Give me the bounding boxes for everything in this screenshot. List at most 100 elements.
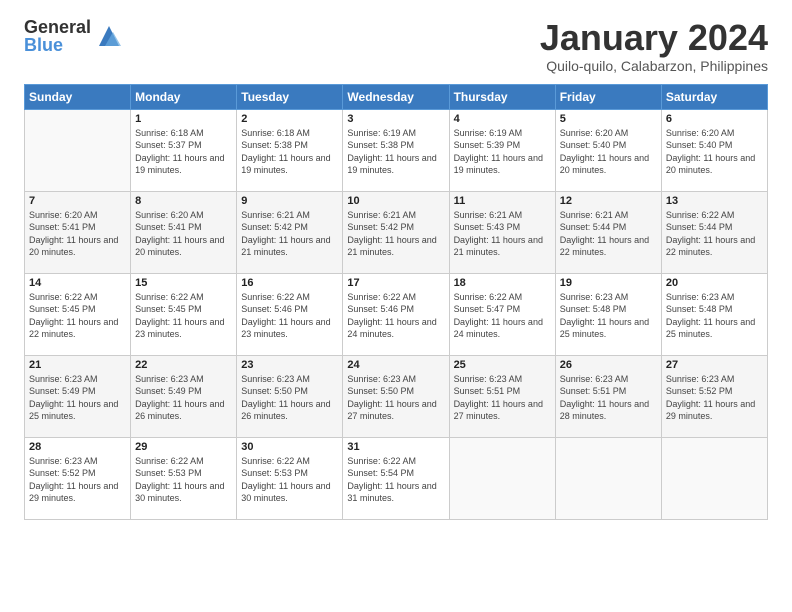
calendar-cell: 26 Sunrise: 6:23 AM Sunset: 5:51 PM Dayli… — [555, 355, 661, 437]
calendar-cell: 10 Sunrise: 6:21 AM Sunset: 5:42 PM Dayli… — [343, 191, 449, 273]
day-number: 17 — [347, 277, 444, 289]
day-info: Sunrise: 6:21 AM Sunset: 5:42 PM Dayligh… — [241, 209, 338, 259]
day-info: Sunrise: 6:20 AM Sunset: 5:41 PM Dayligh… — [135, 209, 232, 259]
calendar-cell — [661, 437, 767, 519]
day-number: 6 — [666, 113, 763, 125]
day-info: Sunrise: 6:23 AM Sunset: 5:49 PM Dayligh… — [29, 373, 126, 423]
calendar-cell: 11Sunrise: 6:21 AM Sunset: 5:43 PM Dayli… — [449, 191, 555, 273]
calendar-cell: 30 Sunrise: 6:22 AM Sunset: 5:53 PM Dayli… — [237, 437, 343, 519]
header-sunday: Sunday — [25, 84, 131, 109]
header-thursday: Thursday — [449, 84, 555, 109]
calendar-cell: 7Sunrise: 6:20 AM Sunset: 5:41 PM Daylig… — [25, 191, 131, 273]
calendar-cell: 27Sunrise: 6:23 AM Sunset: 5:52 PM Dayli… — [661, 355, 767, 437]
header-monday: Monday — [131, 84, 237, 109]
day-number: 20 — [666, 277, 763, 289]
day-number: 21 — [29, 359, 126, 371]
day-info: Sunrise: 6:23 AM Sunset: 5:51 PM Dayligh… — [560, 373, 657, 423]
header-saturday: Saturday — [661, 84, 767, 109]
day-info: Sunrise: 6:23 AM Sunset: 5:48 PM Dayligh… — [666, 291, 763, 341]
day-info: Sunrise: 6:22 AM Sunset: 5:47 PM Dayligh… — [454, 291, 551, 341]
calendar-cell — [25, 109, 131, 191]
day-info: Sunrise: 6:21 AM Sunset: 5:42 PM Dayligh… — [347, 209, 444, 259]
day-number: 3 — [347, 113, 444, 125]
day-number: 14 — [29, 277, 126, 289]
day-number: 13 — [666, 195, 763, 207]
calendar-cell: 18 Sunrise: 6:22 AM Sunset: 5:47 PM Dayli… — [449, 273, 555, 355]
calendar-cell: 4 Sunrise: 6:19 AM Sunset: 5:39 PM Daylig… — [449, 109, 555, 191]
calendar-cell: 17 Sunrise: 6:22 AM Sunset: 5:46 PM Dayli… — [343, 273, 449, 355]
calendar-subtitle: Quilo-quilo, Calabarzon, Philippines — [540, 58, 768, 74]
day-number: 2 — [241, 113, 338, 125]
logo-general: General — [24, 18, 91, 36]
calendar-cell: 31Sunrise: 6:22 AM Sunset: 5:54 PM Dayli… — [343, 437, 449, 519]
calendar-cell: 6Sunrise: 6:20 AM Sunset: 5:40 PM Daylig… — [661, 109, 767, 191]
day-info: Sunrise: 6:22 AM Sunset: 5:44 PM Dayligh… — [666, 209, 763, 259]
calendar-week-row: 14 Sunrise: 6:22 AM Sunset: 5:45 PM Dayli… — [25, 273, 768, 355]
calendar-cell: 28Sunrise: 6:23 AM Sunset: 5:52 PM Dayli… — [25, 437, 131, 519]
day-info: Sunrise: 6:20 AM Sunset: 5:41 PM Dayligh… — [29, 209, 126, 259]
calendar-cell: 15 Sunrise: 6:22 AM Sunset: 5:45 PM Dayli… — [131, 273, 237, 355]
day-number: 19 — [560, 277, 657, 289]
calendar-week-row: 1 Sunrise: 6:18 AM Sunset: 5:37 PM Daylig… — [25, 109, 768, 191]
weekday-header-row: Sunday Monday Tuesday Wednesday Thursday… — [25, 84, 768, 109]
day-info: Sunrise: 6:22 AM Sunset: 5:45 PM Dayligh… — [135, 291, 232, 341]
day-info: Sunrise: 6:22 AM Sunset: 5:46 PM Dayligh… — [241, 291, 338, 341]
calendar-cell: 3Sunrise: 6:19 AM Sunset: 5:38 PM Daylig… — [343, 109, 449, 191]
day-info: Sunrise: 6:22 AM Sunset: 5:46 PM Dayligh… — [347, 291, 444, 341]
day-info: Sunrise: 6:22 AM Sunset: 5:45 PM Dayligh… — [29, 291, 126, 341]
calendar-cell: 19 Sunrise: 6:23 AM Sunset: 5:48 PM Dayli… — [555, 273, 661, 355]
day-info: Sunrise: 6:21 AM Sunset: 5:44 PM Dayligh… — [560, 209, 657, 259]
day-info: Sunrise: 6:22 AM Sunset: 5:53 PM Dayligh… — [135, 455, 232, 505]
calendar-title: January 2024 — [540, 18, 768, 58]
calendar-cell: 14 Sunrise: 6:22 AM Sunset: 5:45 PM Dayli… — [25, 273, 131, 355]
logo: General Blue — [24, 18, 123, 54]
calendar-cell: 1 Sunrise: 6:18 AM Sunset: 5:37 PM Daylig… — [131, 109, 237, 191]
day-number: 27 — [666, 359, 763, 371]
day-number: 18 — [454, 277, 551, 289]
day-info: Sunrise: 6:18 AM Sunset: 5:37 PM Dayligh… — [135, 127, 232, 177]
day-info: Sunrise: 6:23 AM Sunset: 5:49 PM Dayligh… — [135, 373, 232, 423]
day-info: Sunrise: 6:21 AM Sunset: 5:43 PM Dayligh… — [454, 209, 551, 259]
logo-text: General Blue — [24, 18, 91, 54]
header: General Blue January 2024 Quilo-quilo, C… — [24, 18, 768, 74]
day-number: 12 — [560, 195, 657, 207]
calendar-cell: 21 Sunrise: 6:23 AM Sunset: 5:49 PM Dayli… — [25, 355, 131, 437]
day-info: Sunrise: 6:19 AM Sunset: 5:39 PM Dayligh… — [454, 127, 551, 177]
calendar-cell: 20 Sunrise: 6:23 AM Sunset: 5:48 PM Dayli… — [661, 273, 767, 355]
calendar-cell: 23 Sunrise: 6:23 AM Sunset: 5:50 PM Dayli… — [237, 355, 343, 437]
calendar-cell: 22 Sunrise: 6:23 AM Sunset: 5:49 PM Dayli… — [131, 355, 237, 437]
day-number: 15 — [135, 277, 232, 289]
day-number: 10 — [347, 195, 444, 207]
day-info: Sunrise: 6:20 AM Sunset: 5:40 PM Dayligh… — [560, 127, 657, 177]
header-wednesday: Wednesday — [343, 84, 449, 109]
calendar-cell: 9 Sunrise: 6:21 AM Sunset: 5:42 PM Daylig… — [237, 191, 343, 273]
day-number: 1 — [135, 113, 232, 125]
day-number: 9 — [241, 195, 338, 207]
day-number: 30 — [241, 441, 338, 453]
calendar-week-row: 28Sunrise: 6:23 AM Sunset: 5:52 PM Dayli… — [25, 437, 768, 519]
day-number: 23 — [241, 359, 338, 371]
calendar-cell: 24Sunrise: 6:23 AM Sunset: 5:50 PM Dayli… — [343, 355, 449, 437]
day-info: Sunrise: 6:22 AM Sunset: 5:53 PM Dayligh… — [241, 455, 338, 505]
title-block: January 2024 Quilo-quilo, Calabarzon, Ph… — [540, 18, 768, 74]
page: General Blue January 2024 Quilo-quilo, C… — [0, 0, 792, 612]
calendar-cell: 2 Sunrise: 6:18 AM Sunset: 5:38 PM Daylig… — [237, 109, 343, 191]
header-friday: Friday — [555, 84, 661, 109]
day-number: 22 — [135, 359, 232, 371]
day-number: 26 — [560, 359, 657, 371]
header-tuesday: Tuesday — [237, 84, 343, 109]
logo-icon — [95, 22, 123, 50]
calendar-cell — [449, 437, 555, 519]
calendar-cell — [555, 437, 661, 519]
day-info: Sunrise: 6:23 AM Sunset: 5:50 PM Dayligh… — [347, 373, 444, 423]
logo-blue: Blue — [24, 36, 91, 54]
day-number: 16 — [241, 277, 338, 289]
day-number: 4 — [454, 113, 551, 125]
calendar-cell: 13 Sunrise: 6:22 AM Sunset: 5:44 PM Dayli… — [661, 191, 767, 273]
day-info: Sunrise: 6:18 AM Sunset: 5:38 PM Dayligh… — [241, 127, 338, 177]
day-info: Sunrise: 6:22 AM Sunset: 5:54 PM Dayligh… — [347, 455, 444, 505]
calendar-cell: 5Sunrise: 6:20 AM Sunset: 5:40 PM Daylig… — [555, 109, 661, 191]
calendar-cell: 25Sunrise: 6:23 AM Sunset: 5:51 PM Dayli… — [449, 355, 555, 437]
day-info: Sunrise: 6:23 AM Sunset: 5:50 PM Dayligh… — [241, 373, 338, 423]
day-info: Sunrise: 6:23 AM Sunset: 5:48 PM Dayligh… — [560, 291, 657, 341]
